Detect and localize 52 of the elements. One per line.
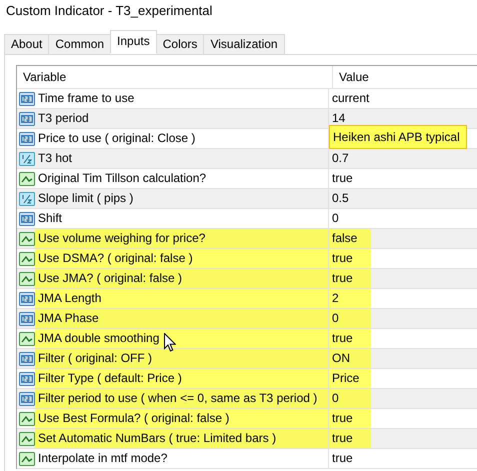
variable-value[interactable]: 0	[329, 389, 371, 408]
variable-value[interactable]: 0	[329, 209, 343, 228]
variable-name: Use DSMA? ( original: false )	[35, 249, 328, 268]
number-icon	[19, 312, 35, 326]
variable-value[interactable]: 0.7	[329, 149, 353, 168]
tab[interactable]: Inputs	[110, 30, 157, 54]
window-title: Custom Indicator - T3_experimental	[5, 2, 214, 20]
variable-value[interactable]: true	[329, 249, 371, 268]
variable-value[interactable]: true	[329, 269, 371, 288]
variable-name: Interpolate in mtf mode?	[37, 450, 168, 467]
variable-value[interactable]: true	[329, 449, 357, 468]
variable-name: Use Best Formula? ( original: false )	[35, 409, 328, 428]
variable-name: Filter ( original: OFF )	[35, 349, 328, 368]
variable-name: JMA Phase	[35, 309, 328, 328]
variable-value[interactable]: true	[329, 429, 371, 448]
variable-value[interactable]: ON	[329, 349, 371, 368]
variable-value[interactable]: false	[329, 229, 371, 248]
tab[interactable]: About	[4, 34, 50, 54]
variable-value[interactable]: true	[329, 329, 371, 348]
variable-name: Price to use ( original: Close )	[37, 130, 196, 147]
tab[interactable]: Colors	[156, 34, 204, 54]
variable-name: Time frame to use	[37, 90, 136, 107]
number-icon	[19, 112, 35, 126]
variable-name: Shift	[37, 210, 64, 227]
tab[interactable]: Common	[48, 34, 112, 54]
fraction-icon	[19, 152, 35, 166]
variable-name: Use JMA? ( original: false )	[35, 269, 328, 288]
tab[interactable]: Visualization	[203, 34, 285, 54]
column-header[interactable]: Value	[333, 66, 477, 88]
variable-value[interactable]: 0.5	[329, 189, 353, 208]
variable-name: JMA double smoothing	[35, 329, 328, 348]
variable-name: Set Automatic NumBars ( true: Limited bars )	[35, 429, 328, 448]
variable-value[interactable]: Heiken ashi APB typical	[329, 125, 467, 149]
variable-value[interactable]: current	[329, 89, 374, 108]
variable-name: Slope limit ( pips )	[37, 190, 134, 207]
variable-name: T3 hot	[37, 150, 74, 167]
variable-name: Filter period to use ( when <= 0, same as T3 period )	[35, 389, 328, 408]
variable-name: Original Tim Tillson calculation?	[37, 170, 208, 187]
number-icon	[19, 352, 35, 366]
variable-value[interactable]: true	[329, 409, 371, 428]
variable-name: Filter Type ( default: Price )	[35, 369, 328, 388]
variable-name: JMA Length	[35, 289, 328, 308]
variable-value[interactable]: 2	[329, 289, 371, 308]
variable-value[interactable]: true	[329, 169, 357, 188]
variable-value[interactable]: 14	[329, 109, 350, 128]
column-header[interactable]: Variable	[17, 66, 333, 88]
fraction-icon	[19, 192, 35, 206]
variable-name: T3 period	[37, 110, 90, 127]
variable-name: Use volume weighing for price?	[35, 229, 328, 248]
variable-value[interactable]: 0	[329, 309, 371, 328]
variable-value[interactable]: Price	[329, 369, 371, 388]
number-icon	[19, 392, 35, 406]
